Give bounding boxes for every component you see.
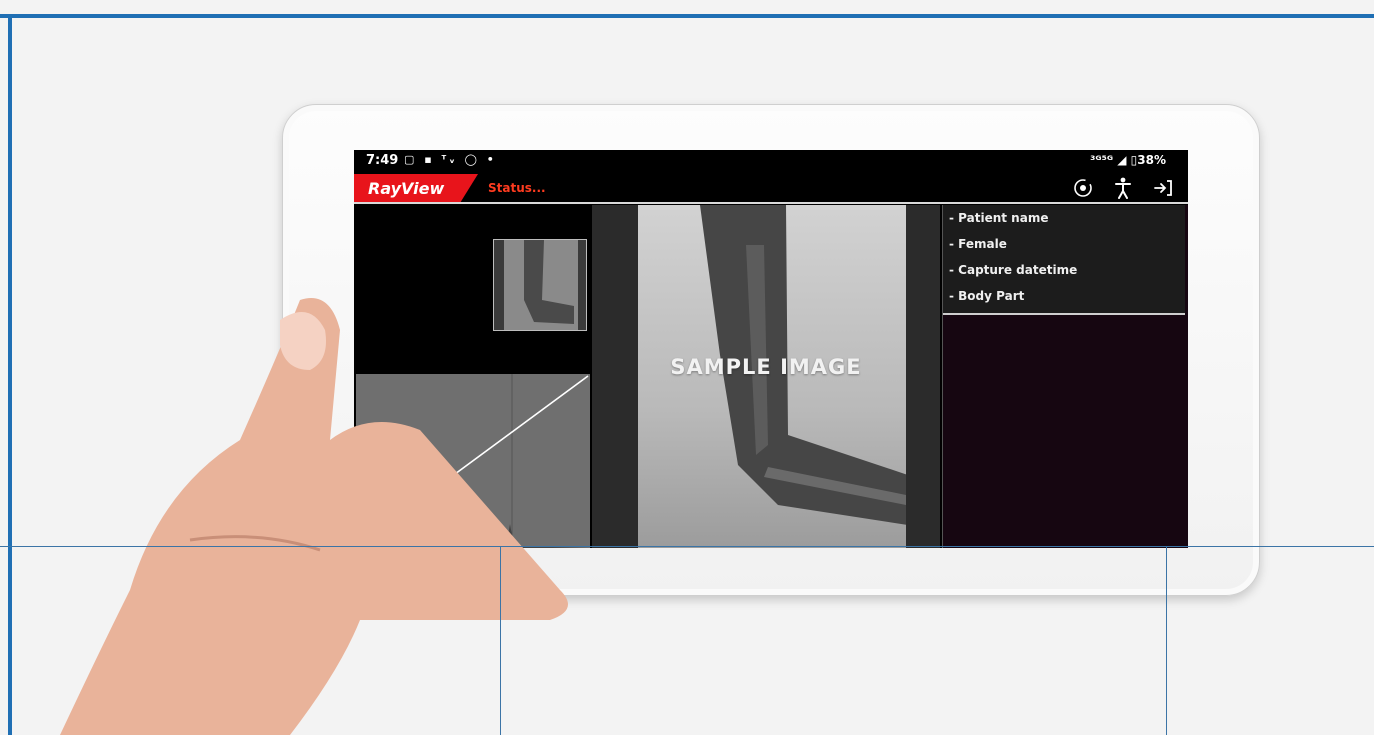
info-gender: - Female: [949, 237, 1007, 251]
patient-info-panel: - Patient name - Female - Capture dateti…: [942, 205, 1188, 548]
image-thumbnail[interactable]: [493, 239, 587, 331]
signal-battery-indicator: ³ᴳ⁵ᴳ ◢ ▯38%: [1090, 153, 1166, 167]
patient-info-list: - Patient name - Female - Capture dateti…: [943, 205, 1185, 315]
logout-icon: [1154, 180, 1172, 196]
guide-line-horizontal: [0, 546, 1374, 547]
app-status-text: Status...: [488, 181, 546, 195]
app-actions: [1072, 174, 1174, 202]
logout-button[interactable]: [1152, 177, 1174, 199]
histogram-curve: [356, 374, 590, 548]
notification-icons: ▢ ▪ ᵀᵥ ◯ •: [404, 153, 497, 166]
rotate-icon: [1074, 179, 1092, 197]
guide-line-vertical-left: [500, 546, 501, 735]
info-patient-name: - Patient name: [949, 211, 1049, 225]
body-figure-icon: [1115, 177, 1131, 199]
app-logo: RayView: [368, 179, 445, 198]
histogram-chart[interactable]: [356, 374, 590, 548]
frame-left-border: [8, 14, 12, 735]
navigator-panel: [356, 205, 590, 548]
rotate-button[interactable]: [1072, 177, 1094, 199]
frame-top-border: [0, 14, 1374, 18]
body-part-button[interactable]: [1112, 177, 1134, 199]
tablet-screen: 7:49 ▢ ▪ ᵀᵥ ◯ • ³ᴳ⁵ᴳ ◢ ▯38% RayView Stat…: [354, 150, 1188, 548]
main-image-viewer[interactable]: SAMPLE IMAGE: [592, 205, 940, 548]
guide-line-vertical-right: [1166, 546, 1167, 735]
clock: 7:49: [366, 153, 399, 168]
logo-block: RayView: [354, 174, 478, 202]
info-capture-datetime: - Capture datetime: [949, 263, 1078, 277]
sample-image-watermark: SAMPLE IMAGE: [670, 355, 862, 379]
system-status-bar: 7:49 ▢ ▪ ᵀᵥ ◯ • ³ᴳ⁵ᴳ ◢ ▯38%: [354, 150, 1188, 172]
app-bar: RayView Status...: [354, 174, 1188, 202]
info-body-part: - Body Part: [949, 289, 1025, 303]
arm-xray-thumbnail: [494, 240, 586, 330]
app-bar-divider: [354, 202, 1188, 204]
